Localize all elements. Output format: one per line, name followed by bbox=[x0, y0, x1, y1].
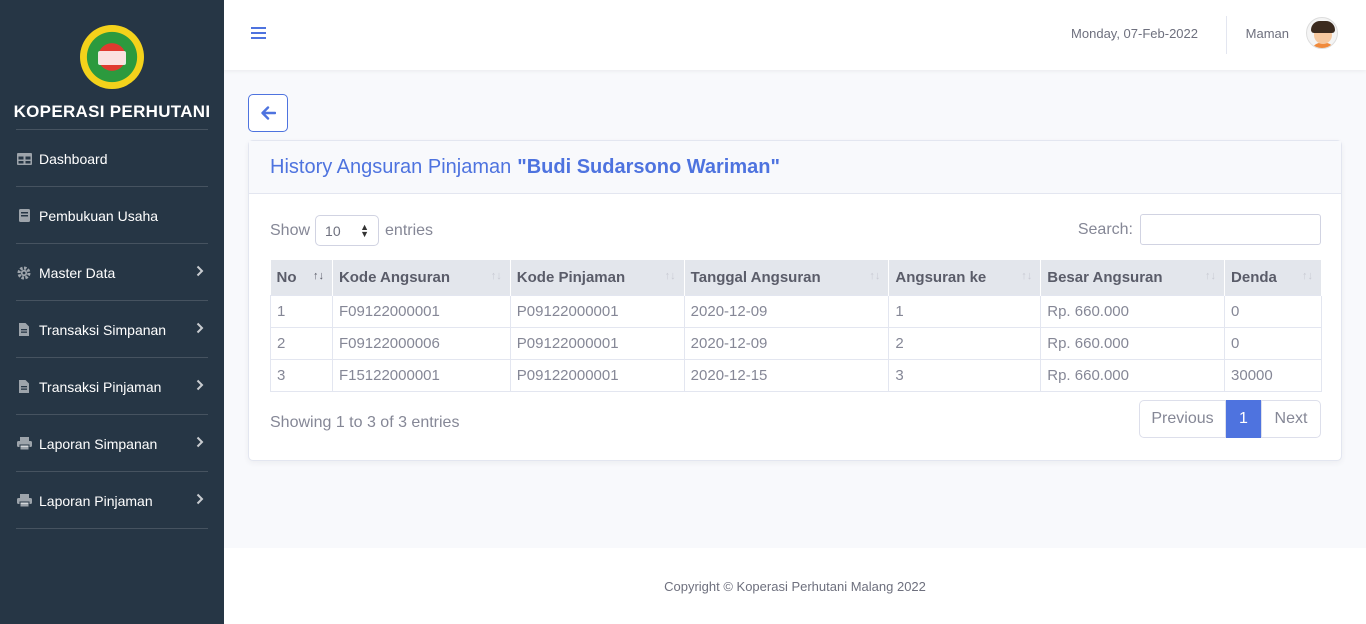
select-caret-icon: ▲ ▼ bbox=[360, 222, 370, 239]
table-header-row: No ↑↓ Kode Angsuran ↑↓ Kode Pinjaman ↑↓ Tan… bbox=[270, 260, 1322, 295]
sidebar-item-transaksi-pinjaman[interactable]: Transaksi Pinjaman bbox=[0, 358, 224, 415]
cell-denda: 0 bbox=[1224, 326, 1322, 360]
table-icon bbox=[16, 152, 32, 166]
file-icon bbox=[16, 380, 32, 394]
sidebar: KOPERASI PERHUTANI Dashboard Pembukuan U… bbox=[0, 0, 224, 624]
sidebar-item-pembukuan-usaha[interactable]: Pembukuan Usaha bbox=[0, 187, 224, 244]
topbar-divider bbox=[1226, 16, 1227, 54]
history-table: No ↑↓ Kode Angsuran ↑↓ Kode Pinjaman ↑↓ Tan… bbox=[270, 260, 1322, 392]
cell-angsuran-ke: 1 bbox=[888, 294, 1042, 328]
next-page-button[interactable]: Next bbox=[1261, 400, 1321, 438]
sort-icon: ↑↓ bbox=[1021, 270, 1033, 282]
chevron-right-icon bbox=[196, 379, 204, 394]
card-title: History Angsuran Pinjaman bbox=[270, 155, 512, 178]
search-control: Search: bbox=[1078, 214, 1321, 245]
chevron-right-icon bbox=[196, 322, 204, 337]
cell-kode-angsuran: F09122000001 bbox=[331, 294, 511, 328]
cell-besar-angsuran: Rp. 660.000 bbox=[1040, 326, 1226, 360]
cell-denda: 30000 bbox=[1224, 358, 1322, 392]
column-header-besar-angsuran[interactable]: Besar Angsuran ↑↓ bbox=[1040, 260, 1226, 295]
sort-icon: ↑↓ bbox=[1302, 270, 1313, 282]
menu-toggle-icon[interactable] bbox=[251, 24, 267, 44]
history-card: History Angsuran Pinjaman "Budi Sudarson… bbox=[248, 140, 1342, 461]
cell-angsuran-ke: 3 bbox=[888, 358, 1042, 392]
koperasi-logo bbox=[80, 25, 144, 89]
chevron-right-icon bbox=[196, 265, 204, 280]
copyright-text: Copyright © Koperasi Perhutani Malang 20… bbox=[664, 578, 926, 594]
sidebar-divider bbox=[16, 528, 208, 529]
cell-kode-angsuran: F15122000001 bbox=[331, 358, 511, 392]
brand[interactable]: KOPERASI PERHUTANI bbox=[0, 0, 224, 130]
sidebar-item-laporan-pinjaman[interactable]: Laporan Pinjaman bbox=[0, 472, 224, 529]
entries-length-control: Show 10 ▲ ▼ entries bbox=[270, 215, 433, 246]
cell-no: 3 bbox=[270, 358, 333, 392]
search-input[interactable] bbox=[1140, 214, 1321, 245]
cell-kode-angsuran: F09122000006 bbox=[331, 326, 511, 360]
footer: Copyright © Koperasi Perhutani Malang 20… bbox=[224, 548, 1366, 624]
sidebar-item-master-data[interactable]: Master Data bbox=[0, 244, 224, 301]
cell-denda: 0 bbox=[1224, 294, 1322, 328]
page-1-button[interactable]: 1 bbox=[1226, 400, 1261, 438]
table-info: Showing 1 to 3 of 3 entries bbox=[270, 414, 460, 431]
column-header-angsuran-ke[interactable]: Angsuran ke ↑↓ bbox=[888, 260, 1042, 295]
column-header-denda[interactable]: Denda ↑↓ bbox=[1224, 260, 1322, 295]
cell-besar-angsuran: Rp. 660.000 bbox=[1040, 358, 1226, 392]
current-date: Monday, 07-Feb-2022 bbox=[1071, 26, 1198, 41]
avatar bbox=[1306, 17, 1338, 49]
print-icon bbox=[16, 437, 32, 451]
cell-no: 2 bbox=[270, 326, 333, 360]
sidebar-item-transaksi-simpanan[interactable]: Transaksi Simpanan bbox=[0, 301, 224, 358]
cell-tanggal-angsuran: 2020-12-09 bbox=[683, 326, 890, 360]
sidebar-item-laporan-simpanan[interactable]: Laporan Simpanan bbox=[0, 415, 224, 472]
previous-page-button[interactable]: Previous bbox=[1139, 400, 1226, 438]
card-header: History Angsuran Pinjaman "Budi Sudarson… bbox=[249, 141, 1341, 194]
column-header-no[interactable]: No ↑↓ bbox=[270, 260, 333, 295]
column-header-tanggal-angsuran[interactable]: Tanggal Angsuran ↑↓ bbox=[684, 260, 890, 295]
table-row: 3 F15122000001 P09122000001 2020-12-15 3… bbox=[270, 358, 1322, 392]
cell-angsuran-ke: 2 bbox=[888, 326, 1042, 360]
sidebar-item-label: Dashboard bbox=[39, 150, 108, 167]
user-menu[interactable]: Maman bbox=[1246, 17, 1338, 49]
show-label: Show bbox=[270, 221, 311, 239]
cell-kode-pinjaman: P09122000001 bbox=[509, 326, 685, 360]
sidebar-item-label: Pembukuan Usaha bbox=[39, 207, 159, 224]
cell-tanggal-angsuran: 2020-12-09 bbox=[683, 294, 890, 328]
cell-kode-pinjaman: P09122000001 bbox=[509, 358, 685, 392]
entries-select[interactable]: 10 ▲ ▼ bbox=[315, 215, 380, 246]
chevron-right-icon bbox=[196, 493, 204, 508]
cell-tanggal-angsuran: 2020-12-15 bbox=[683, 358, 890, 392]
search-label: Search: bbox=[1077, 220, 1133, 238]
file-icon bbox=[16, 323, 32, 337]
column-header-kode-pinjaman[interactable]: Kode Pinjaman ↑↓ bbox=[510, 260, 685, 295]
book-icon bbox=[16, 209, 32, 223]
entries-value: 10 bbox=[325, 222, 341, 239]
cell-no: 1 bbox=[270, 294, 333, 328]
sort-icon: ↑↓ bbox=[490, 270, 502, 282]
gear-icon bbox=[16, 266, 32, 280]
pagination: Previous 1 Next bbox=[1139, 400, 1321, 438]
back-button[interactable] bbox=[248, 94, 288, 132]
arrow-left-icon bbox=[260, 106, 276, 120]
sort-icon: ↑↓ bbox=[664, 270, 676, 282]
topbar: Monday, 07-Feb-2022 Maman bbox=[224, 0, 1366, 70]
sort-icon: ↑↓ bbox=[1205, 270, 1217, 282]
print-icon bbox=[16, 494, 32, 508]
cell-kode-pinjaman: P09122000001 bbox=[509, 294, 685, 328]
table-row: 1 F09122000001 P09122000001 2020-12-09 1… bbox=[270, 294, 1322, 328]
borrower-name: "Budi Sudarsono Wariman" bbox=[517, 155, 780, 178]
table-row: 2 F09122000006 P09122000001 2020-12-09 2… bbox=[270, 326, 1322, 360]
entries-label: entries bbox=[385, 221, 434, 239]
sort-icon: ↑↓ bbox=[869, 270, 881, 282]
column-header-kode-angsuran[interactable]: Kode Angsuran ↑↓ bbox=[332, 260, 511, 295]
sidebar-item-dashboard[interactable]: Dashboard bbox=[0, 130, 224, 187]
cell-besar-angsuran: Rp. 660.000 bbox=[1040, 294, 1226, 328]
user-name: Maman bbox=[1245, 25, 1289, 41]
sort-asc-icon: ↑↓ bbox=[312, 270, 324, 282]
chevron-right-icon bbox=[196, 436, 204, 451]
brand-name: KOPERASI PERHUTANI bbox=[13, 102, 211, 121]
